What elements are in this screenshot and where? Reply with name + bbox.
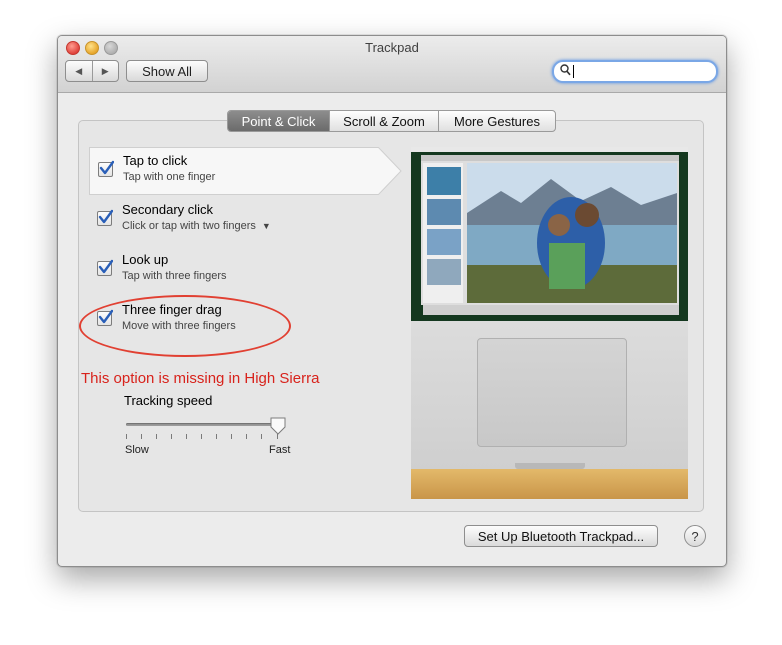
selection-pointer [378, 147, 402, 195]
checkmark-icon [99, 160, 114, 175]
option-subtitle: Tap with three fingers [122, 270, 227, 282]
search-field[interactable] [552, 60, 718, 83]
back-arrow-icon[interactable]: ◀ [66, 61, 93, 81]
set-up-bluetooth-trackpad-button[interactable]: Set Up Bluetooth Trackpad... [464, 525, 658, 547]
preview-notch [515, 463, 585, 469]
tap-to-click-checkbox[interactable] [98, 160, 114, 177]
tab-bar: Point & Click Scroll & Zoom More Gesture… [227, 110, 556, 132]
checkmark-icon [98, 209, 113, 224]
option-subtitle-row: Click or tap with two fingers ▼ [122, 220, 271, 232]
forward-arrow-icon[interactable]: ▶ [93, 61, 119, 81]
search-icon [560, 64, 571, 79]
preview-screen [411, 147, 688, 321]
option-subtitle: Tap with one finger [123, 171, 216, 183]
tracking-speed-label: Tracking speed [124, 393, 213, 408]
slider-thumb[interactable] [270, 417, 286, 435]
annotation-circle [79, 295, 291, 357]
text-cursor [573, 65, 574, 78]
tracking-speed-slider[interactable] [126, 423, 278, 426]
window-title: Trackpad [365, 40, 419, 55]
option-subtitle: Click or tap with two fingers [122, 220, 256, 232]
tab-point-click[interactable]: Point & Click [228, 111, 330, 131]
help-button[interactable]: ? [684, 525, 706, 547]
secondary-click-checkbox[interactable] [97, 209, 113, 226]
option-secondary-click[interactable]: Secondary click Click or tap with two fi… [89, 197, 377, 243]
option-tap-to-click[interactable]: Tap to click Tap with one finger [89, 147, 402, 195]
fast-label: Fast [269, 444, 291, 456]
look-up-checkbox[interactable] [97, 259, 113, 276]
slow-label: Slow [125, 444, 149, 456]
annotation-note: This option is missing in High Sierra [81, 370, 320, 387]
tab-more-gestures[interactable]: More Gestures [439, 111, 555, 131]
show-all-button[interactable]: Show All [126, 60, 208, 82]
option-look-up[interactable]: Look up Tap with three fingers [89, 247, 377, 293]
gesture-preview [411, 147, 688, 499]
option-title: Secondary click [122, 202, 214, 217]
tab-scroll-zoom[interactable]: Scroll & Zoom [330, 111, 439, 131]
dropdown-arrow-icon[interactable]: ▼ [262, 221, 271, 231]
preview-photo-app-image [411, 147, 688, 321]
trackpad-window: Trackpad ◀ ▶ Show All Point & Click Scro… [57, 35, 727, 567]
option-title: Tap to click [123, 153, 188, 168]
option-title: Look up [122, 252, 169, 267]
slider-ticks [126, 434, 278, 440]
preview-table [411, 469, 688, 499]
toolbar: Trackpad ◀ ▶ Show All [58, 36, 726, 93]
preview-trackpad [477, 338, 627, 447]
back-forward-control: ◀ ▶ [65, 60, 119, 82]
checkmark-icon [98, 259, 113, 274]
